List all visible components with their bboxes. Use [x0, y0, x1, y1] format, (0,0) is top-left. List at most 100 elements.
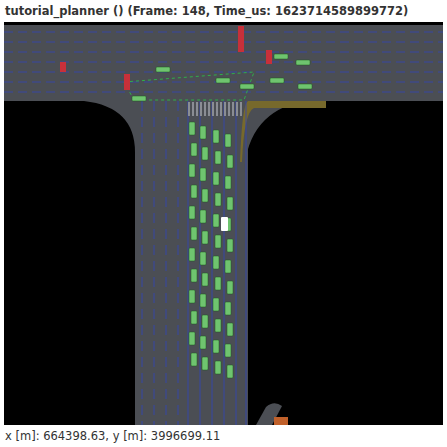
vehicle[interactable]	[213, 298, 219, 311]
lane-line	[4, 62, 443, 63]
lane-line	[188, 101, 189, 425]
vehicle[interactable]	[189, 248, 195, 261]
vehicle[interactable]	[215, 319, 221, 332]
vehicle[interactable]	[189, 332, 195, 345]
cross-road	[4, 25, 443, 101]
vehicle[interactable]	[189, 206, 195, 219]
vehicle[interactable]	[202, 147, 208, 160]
vehicle[interactable]	[296, 60, 310, 65]
vehicle[interactable]	[270, 78, 284, 83]
vehicle[interactable]	[202, 189, 208, 202]
vehicle[interactable]	[200, 252, 206, 265]
main-road	[135, 92, 248, 425]
vehicle[interactable]	[189, 290, 195, 303]
crosswalk	[196, 102, 198, 116]
traffic-light	[124, 74, 130, 90]
vehicle[interactable]	[200, 168, 206, 181]
crosswalk	[236, 102, 238, 116]
crosswalk	[240, 102, 242, 116]
crosswalk	[232, 102, 234, 116]
vehicle[interactable]	[200, 126, 206, 139]
crosswalk	[220, 102, 222, 116]
vehicle[interactable]	[215, 193, 221, 206]
lane-line	[178, 101, 179, 425]
vehicle[interactable]	[189, 164, 195, 177]
vehicle[interactable]	[215, 235, 221, 248]
vehicle[interactable]	[215, 277, 221, 290]
vehicle[interactable]	[191, 353, 197, 366]
lane-line	[4, 52, 443, 53]
marker	[274, 417, 288, 425]
vehicle[interactable]	[213, 214, 219, 227]
vehicle[interactable]	[227, 197, 233, 210]
vehicle[interactable]	[227, 239, 233, 252]
vehicle[interactable]	[191, 227, 197, 240]
vehicle[interactable]	[156, 67, 170, 72]
window-title-bar: tutorial_planner () (Frame: 148, Time_us…	[0, 0, 447, 22]
window-title: tutorial_planner () (Frame: 148, Time_us…	[5, 4, 408, 18]
map-canvas[interactable]	[4, 22, 443, 425]
vehicle[interactable]	[200, 336, 206, 349]
vehicle[interactable]	[202, 273, 208, 286]
vehicle[interactable]	[191, 311, 197, 324]
vehicle[interactable]	[225, 260, 231, 273]
crosswalk	[188, 102, 190, 116]
crosswalk	[224, 102, 226, 116]
vehicle[interactable]	[225, 176, 231, 189]
status-bar: x [m]: 664398.63, y [m]: 3996699.11	[0, 425, 447, 447]
lane-line	[154, 101, 155, 425]
vehicle[interactable]	[274, 54, 288, 59]
traffic-light	[238, 26, 244, 52]
vehicle[interactable]	[191, 185, 197, 198]
left-turn-road	[84, 101, 135, 152]
lane-line	[4, 92, 443, 93]
lane-line	[224, 101, 225, 425]
map-view[interactable]	[4, 22, 443, 425]
cursor-coordinates: x [m]: 664398.63, y [m]: 3996699.11	[5, 429, 220, 443]
lane-line	[212, 101, 213, 425]
vehicle[interactable]	[132, 96, 146, 101]
lane-line	[4, 32, 443, 33]
vehicle[interactable]	[189, 122, 195, 135]
vehicle[interactable]	[225, 134, 231, 147]
vehicle[interactable]	[216, 78, 230, 83]
vehicle[interactable]	[213, 172, 219, 185]
vehicle[interactable]	[213, 256, 219, 269]
vehicle[interactable]	[240, 84, 254, 89]
vehicle[interactable]	[227, 365, 233, 378]
vehicle[interactable]	[227, 281, 233, 294]
vehicle[interactable]	[213, 130, 219, 143]
crosswalk	[204, 102, 206, 116]
vehicle[interactable]	[191, 143, 197, 156]
route-area	[124, 72, 254, 100]
vehicle[interactable]	[191, 269, 197, 282]
vehicle[interactable]	[200, 210, 206, 223]
ego-vehicle[interactable]	[221, 217, 228, 231]
crosswalk	[208, 102, 210, 116]
traffic-light	[266, 50, 272, 64]
vehicle[interactable]	[200, 294, 206, 307]
vehicle[interactable]	[227, 323, 233, 336]
crosswalk	[212, 102, 214, 116]
vehicle[interactable]	[202, 357, 208, 370]
lane-line	[4, 42, 443, 43]
vehicle[interactable]	[215, 361, 221, 374]
curb	[240, 101, 326, 162]
vehicle[interactable]	[298, 84, 312, 89]
crosswalk	[228, 102, 230, 116]
vehicle[interactable]	[213, 340, 219, 353]
vehicle[interactable]	[202, 231, 208, 244]
vehicle[interactable]	[225, 344, 231, 357]
lane-line	[236, 101, 237, 425]
lane-line	[246, 101, 247, 425]
vehicle[interactable]	[202, 315, 208, 328]
crosswalk	[216, 102, 218, 116]
lane-line	[142, 101, 143, 425]
vehicle[interactable]	[227, 155, 233, 168]
lane-line	[166, 101, 167, 425]
traffic-light	[60, 62, 66, 72]
vehicle[interactable]	[225, 302, 231, 315]
vehicle[interactable]	[215, 151, 221, 164]
crosswalk	[192, 102, 194, 116]
crosswalk	[200, 102, 202, 116]
